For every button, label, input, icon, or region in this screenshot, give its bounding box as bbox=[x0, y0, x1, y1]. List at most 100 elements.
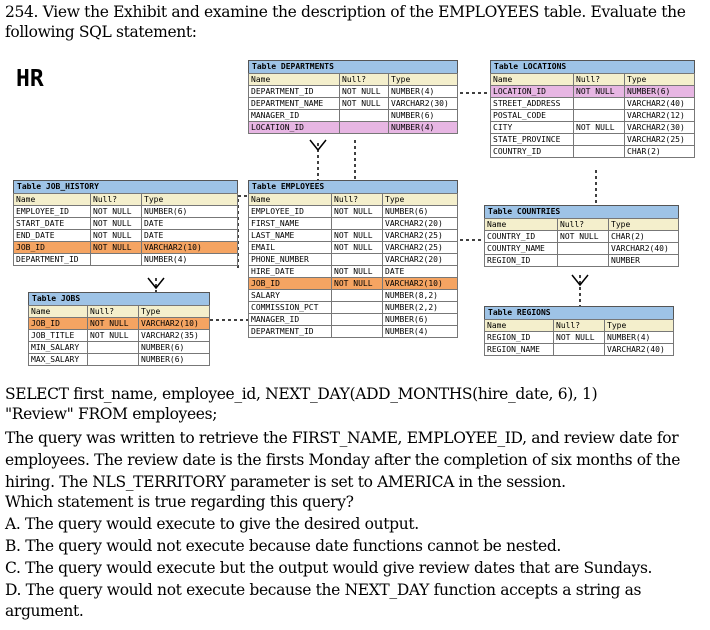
table-cell: VARCHAR2(25) bbox=[382, 229, 458, 242]
table-employees: Table EMPLOYEES Name Null? Type EMPLOYEE… bbox=[248, 180, 458, 338]
table-cell bbox=[331, 289, 383, 302]
table-cell bbox=[87, 341, 139, 354]
table-regions: Table REGIONS Name Null? Type REGION_ID N… bbox=[484, 306, 674, 356]
table-cell bbox=[339, 109, 389, 122]
table-cell: STREET_ADDRESS bbox=[490, 97, 574, 110]
table-cell: LOCATION_ID bbox=[248, 121, 340, 134]
table-cell: REGION_ID bbox=[484, 254, 558, 267]
sql-line-2: "Review" FROM employees; bbox=[5, 405, 218, 423]
table-cell bbox=[331, 313, 383, 326]
table-cell: VARCHAR2(25) bbox=[382, 241, 458, 254]
table-cell: NOT NULL bbox=[573, 121, 625, 134]
table-cell: REGION_NAME bbox=[484, 343, 554, 356]
column-header: Null? bbox=[557, 218, 609, 231]
table-departments: Table DEPARTMENTS Name Null? Type DEPART… bbox=[248, 60, 458, 134]
column-header: Name bbox=[484, 218, 558, 231]
option-c: C. The query would execute but the outpu… bbox=[5, 559, 653, 577]
table-cell: MANAGER_ID bbox=[248, 109, 340, 122]
table-cell: END_DATE bbox=[13, 229, 91, 242]
table-locations: Table LOCATIONS Name Null? Type LOCATION… bbox=[490, 60, 695, 158]
table-cell: DEPARTMENT_ID bbox=[248, 325, 332, 338]
table-cell: VARCHAR2(40) bbox=[604, 343, 674, 356]
column-header: Null? bbox=[90, 193, 142, 206]
table-cell: NOT NULL bbox=[339, 97, 389, 110]
table-cell: VARCHAR2(25) bbox=[624, 133, 695, 146]
column-header: Type bbox=[382, 193, 458, 206]
table-cell: NOT NULL bbox=[87, 329, 139, 342]
table-cell: JOB_ID bbox=[13, 241, 91, 254]
table-cell bbox=[573, 133, 625, 146]
column-header: Name bbox=[490, 73, 574, 86]
table-cell: NOT NULL bbox=[331, 229, 383, 242]
table-cell: NUMBER(6) bbox=[138, 353, 210, 366]
table-cell: VARCHAR2(30) bbox=[388, 97, 458, 110]
table-cell: LOCATION_ID bbox=[490, 85, 574, 98]
table-cell: NUMBER(4) bbox=[141, 253, 238, 266]
table-cell: NUMBER(6) bbox=[141, 205, 238, 218]
table-cell: COUNTRY_ID bbox=[484, 230, 558, 243]
table-cell bbox=[331, 253, 383, 266]
table-cell: VARCHAR2(10) bbox=[382, 277, 458, 290]
table-title: Table LOCATIONS bbox=[490, 60, 695, 73]
table-cell bbox=[331, 325, 383, 338]
table-cell: NOT NULL bbox=[331, 205, 383, 218]
table-cell bbox=[90, 253, 142, 266]
column-header: Null? bbox=[553, 319, 605, 332]
table-cell bbox=[87, 353, 139, 366]
column-header: Null? bbox=[87, 305, 139, 318]
table-cell: LAST_NAME bbox=[248, 229, 332, 242]
table-cell: EMAIL bbox=[248, 241, 332, 254]
table-cell: VARCHAR2(35) bbox=[138, 329, 210, 342]
table-cell: NUMBER(6) bbox=[388, 109, 458, 122]
table-cell: NUMBER(6) bbox=[382, 313, 458, 326]
column-header: Type bbox=[608, 218, 679, 231]
table-cell: NUMBER bbox=[608, 254, 679, 267]
table-cell: CHAR(2) bbox=[624, 145, 695, 158]
table-cell: VARCHAR2(12) bbox=[624, 109, 695, 122]
table-cell: MANAGER_ID bbox=[248, 313, 332, 326]
table-cell: HIRE_DATE bbox=[248, 265, 332, 278]
table-cell: DEPARTMENT_ID bbox=[13, 253, 91, 266]
column-header: Null? bbox=[339, 73, 389, 86]
table-title: Table EMPLOYEES bbox=[248, 180, 458, 193]
option-d-line-1: D. The query would not execute because t… bbox=[5, 581, 642, 599]
table-cell: NOT NULL bbox=[331, 241, 383, 254]
table-cell bbox=[557, 254, 609, 267]
table-cell: MAX_SALARY bbox=[28, 353, 88, 366]
column-header: Null? bbox=[573, 73, 625, 86]
table-cell: STATE_PROVINCE bbox=[490, 133, 574, 146]
table-title: Table REGIONS bbox=[484, 306, 674, 319]
table-cell: JOB_TITLE bbox=[28, 329, 88, 342]
table-countries: Table COUNTRIES Name Null? Type COUNTRY_… bbox=[484, 205, 679, 267]
table-cell: JOB_ID bbox=[28, 317, 88, 330]
table-cell: NUMBER(4) bbox=[388, 121, 458, 134]
table-jobs: Table JOBS Name Null? Type JOB_ID NOT NUL… bbox=[28, 292, 210, 366]
table-cell bbox=[557, 242, 609, 255]
table-cell: COUNTRY_NAME bbox=[484, 242, 558, 255]
table-cell: NOT NULL bbox=[331, 277, 383, 290]
table-cell: VARCHAR2(20) bbox=[382, 253, 458, 266]
table-cell: DEPARTMENT_ID bbox=[248, 85, 340, 98]
table-cell: REGION_ID bbox=[484, 331, 554, 344]
description-line-1: The query was written to retrieve the FI… bbox=[5, 429, 679, 447]
table-cell: NOT NULL bbox=[87, 317, 139, 330]
table-cell: EMPLOYEE_ID bbox=[13, 205, 91, 218]
table-cell bbox=[573, 109, 625, 122]
table-cell: VARCHAR2(10) bbox=[141, 241, 238, 254]
table-cell: VARCHAR2(30) bbox=[624, 121, 695, 134]
table-cell: NUMBER(8,2) bbox=[382, 289, 458, 302]
column-header: Null? bbox=[331, 193, 383, 206]
table-cell: NUMBER(6) bbox=[138, 341, 210, 354]
table-cell: EMPLOYEE_ID bbox=[248, 205, 332, 218]
table-cell bbox=[331, 301, 383, 314]
table-cell: NUMBER(6) bbox=[382, 205, 458, 218]
table-cell: DATE bbox=[382, 265, 458, 278]
table-cell: NOT NULL bbox=[553, 331, 605, 344]
column-header: Type bbox=[388, 73, 458, 86]
column-header: Type bbox=[624, 73, 695, 86]
option-b: B. The query would not execute because d… bbox=[5, 537, 561, 555]
table-cell: NOT NULL bbox=[557, 230, 609, 243]
table-title: Table JOBS bbox=[28, 292, 210, 305]
table-cell: JOB_ID bbox=[248, 277, 332, 290]
table-cell: NUMBER(2,2) bbox=[382, 301, 458, 314]
